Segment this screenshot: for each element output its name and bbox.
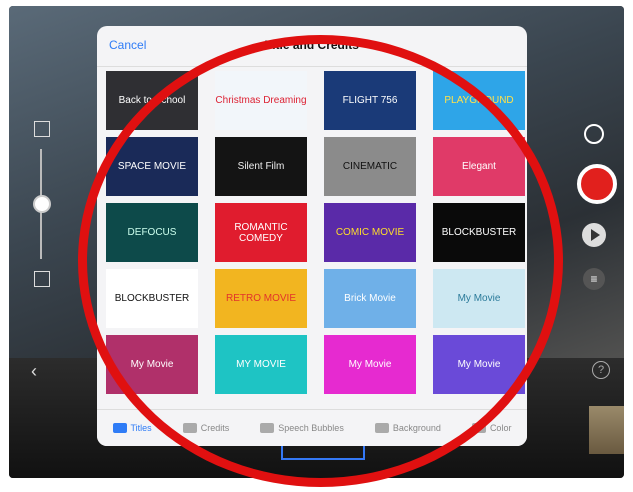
tile-label: CINEMATIC [342,161,398,172]
background-icon [374,423,389,433]
title-template-tile[interactable]: My Movie [433,335,525,394]
title-template-tile[interactable]: Back to School [106,71,198,130]
clip-thumbnail[interactable] [589,406,624,454]
tile-label: BLOCKBUSTER [441,227,517,238]
tile-label: SPACE MOVIE [117,161,187,172]
tile-label: Elegant [462,161,496,172]
tile-label: Brick Movie [344,293,396,304]
title-template-tile[interactable]: Silent Film [215,137,307,196]
adjust-icon[interactable]: ≡ [583,268,605,290]
title-template-tile[interactable]: My Movie [433,269,525,328]
tile-label: FLIGHT 756 [342,95,398,106]
tab-credits[interactable]: Credits [182,423,230,433]
credits-icon [182,423,197,433]
tile-label: RETRO MOVIE [225,293,296,304]
tab-label: Color [489,423,512,433]
color-icon [471,423,486,433]
tab-titles[interactable]: Titles [112,423,152,433]
title-template-tile[interactable]: BLOCKBUSTER [433,203,525,262]
tile-label: My Movie [457,293,501,304]
tab-color[interactable]: Color [471,423,512,433]
panel-header: Cancel Title and Credits [97,26,527,67]
title-template-tile[interactable]: RETRO MOVIE [215,269,307,328]
tab-background[interactable]: Background [374,423,441,433]
slider-knob[interactable] [33,195,51,213]
chevron-left-icon[interactable]: ‹ [31,361,37,382]
bottom-tab-bar: Titles Credits Speech Bubbles Background… [97,409,527,446]
panel-title: Title and Credits [265,38,359,52]
title-template-tile[interactable]: PLAYGROUND [433,71,525,130]
record-button[interactable] [577,164,617,204]
title-template-tile[interactable]: COMIC MOVIE [324,203,416,262]
tile-label: DEFOCUS [127,227,177,238]
title-template-tile[interactable]: FLIGHT 756 [324,71,416,130]
tab-label: Titles [130,423,152,433]
title-template-tile[interactable]: My Movie [324,335,416,394]
grid-icon[interactable] [34,271,50,287]
tile-label: PLAYGROUND [444,95,514,106]
title-template-tile[interactable]: DEFOCUS [106,203,198,262]
title-template-tile[interactable]: Christmas Dreaming [215,71,307,130]
speech-bubble-icon [260,423,275,433]
tile-label: MY MOVIE [236,359,286,370]
tab-speech-bubbles[interactable]: Speech Bubbles [260,423,344,433]
title-template-tile[interactable]: Elegant [433,137,525,196]
title-template-grid: Back to School Christmas Dreaming FLIGHT 7… [106,71,526,394]
camera-controls: ≡ [574,116,624,296]
title-template-tile[interactable]: My Movie [106,335,198,394]
title-credits-panel: Cancel Title and Credits Back to School C… [97,26,527,446]
timer-icon[interactable] [584,124,604,144]
title-template-tile[interactable]: MY MOVIE [215,335,307,394]
tab-label: Background [392,423,441,433]
title-template-tile[interactable]: SPACE MOVIE [106,137,198,196]
title-template-tile[interactable]: CINEMATIC [324,137,416,196]
titles-icon [112,423,127,433]
title-template-tile[interactable]: Brick Movie [324,269,416,328]
help-icon[interactable]: ? [592,361,610,379]
zoom-slider[interactable] [27,121,57,296]
tile-label: Christmas Dreaming [215,95,307,106]
tile-label: BLOCKBUSTER [114,293,190,304]
tile-label: Silent Film [237,161,285,172]
zoom-in-icon[interactable] [34,121,50,137]
tile-label: Back to School [118,95,186,106]
tile-label: My Movie [457,359,501,370]
tile-label: My Movie [130,359,174,370]
tab-label: Credits [200,423,230,433]
title-template-tile[interactable]: BLOCKBUSTER [106,269,198,328]
title-template-tile[interactable]: ROMANTIC COMEDY [215,203,307,262]
play-button[interactable] [582,223,606,247]
tab-label: Speech Bubbles [278,423,344,433]
tile-label: COMIC MOVIE [335,227,405,238]
tile-label: ROMANTIC COMEDY [234,221,288,244]
tile-label: My Movie [348,359,392,370]
